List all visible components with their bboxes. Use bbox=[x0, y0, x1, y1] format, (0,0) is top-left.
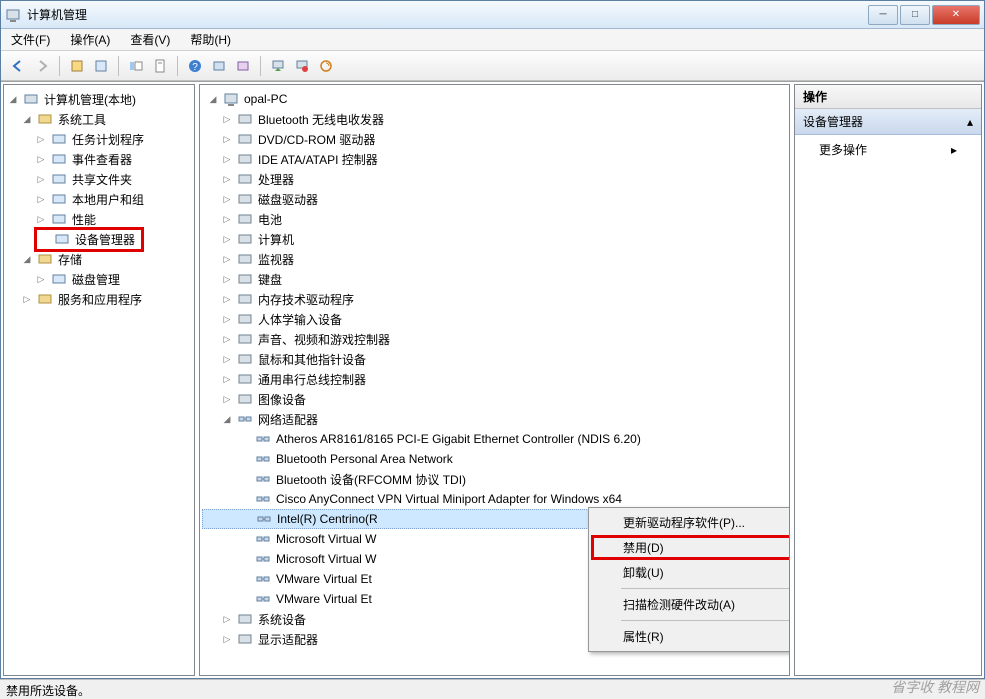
nav-subitem[interactable]: ▷共享文件夹 bbox=[6, 169, 192, 189]
tb-icon-6[interactable] bbox=[208, 55, 230, 77]
nav-subitem[interactable]: ·设备管理器 bbox=[6, 229, 192, 249]
toolbar-separator bbox=[260, 56, 261, 76]
help-icon[interactable]: ? bbox=[184, 55, 206, 77]
nav-subitem[interactable]: ▷任务计划程序 bbox=[6, 129, 192, 149]
menubar: 文件(F) 操作(A) 查看(V) 帮助(H) bbox=[1, 29, 984, 51]
status-bar: 禁用所选设备。 bbox=[0, 679, 985, 699]
nav-subitem[interactable]: ▷事件查看器 bbox=[6, 149, 192, 169]
tb-icon-7[interactable] bbox=[232, 55, 254, 77]
context-menu-item[interactable]: 卸载(U) bbox=[591, 560, 790, 585]
titlebar: 计算机管理 ─ □ ✕ bbox=[1, 1, 984, 29]
tb-icon-4[interactable] bbox=[149, 55, 171, 77]
nav-subitem[interactable]: ▷磁盘管理 bbox=[6, 269, 192, 289]
device-root[interactable]: ◢ opal-PC bbox=[202, 89, 787, 109]
device-item[interactable]: ▷键盘 bbox=[202, 269, 787, 289]
device-item[interactable]: ·Atheros AR8161/8165 PCI-E Gigabit Ether… bbox=[202, 429, 787, 449]
context-menu-item[interactable]: 扫描检测硬件改动(A) bbox=[591, 592, 790, 617]
collapse-icon: ▴ bbox=[967, 115, 973, 129]
svg-text:?: ? bbox=[192, 62, 198, 73]
device-item[interactable]: ▷IDE ATA/ATAPI 控制器 bbox=[202, 149, 787, 169]
close-button[interactable]: ✕ bbox=[932, 5, 980, 25]
back-button[interactable] bbox=[7, 55, 29, 77]
device-item[interactable]: ▷处理器 bbox=[202, 169, 787, 189]
nav-tree: ◢ 计算机管理(本地) ◢系统工具▷任务计划程序▷事件查看器▷共享文件夹▷本地用… bbox=[4, 85, 194, 313]
menu-file[interactable]: 文件(F) bbox=[5, 29, 56, 50]
context-menu-item[interactable]: 更新驱动程序软件(P)... bbox=[591, 510, 790, 535]
actions-section-label: 设备管理器 bbox=[803, 113, 863, 130]
arrow-right-icon: ▸ bbox=[951, 143, 957, 157]
nav-subitem[interactable]: ▷本地用户和组 bbox=[6, 189, 192, 209]
device-item[interactable]: ·Bluetooth 设备(RFCOMM 协议 TDI) bbox=[202, 469, 787, 489]
device-item[interactable]: ▷Bluetooth 无线电收发器 bbox=[202, 109, 787, 129]
toolbar-separator bbox=[59, 56, 60, 76]
forward-button[interactable] bbox=[31, 55, 53, 77]
device-item[interactable]: ▷人体学输入设备 bbox=[202, 309, 787, 329]
context-menu: 更新驱动程序软件(P)...禁用(D)卸载(U) 扫描检测硬件改动(A) 属性(R) bbox=[588, 507, 790, 652]
actions-section[interactable]: 设备管理器 ▴ bbox=[795, 109, 981, 135]
tb-icon-3[interactable] bbox=[125, 55, 147, 77]
window-title: 计算机管理 bbox=[27, 6, 866, 23]
context-menu-item[interactable]: 属性(R) bbox=[591, 624, 790, 649]
device-item[interactable]: ·Cisco AnyConnect VPN Virtual Miniport A… bbox=[202, 489, 787, 509]
actions-header: 操作 bbox=[795, 85, 981, 109]
tb-icon-1[interactable] bbox=[66, 55, 88, 77]
tb-icon-2[interactable] bbox=[90, 55, 112, 77]
menu-help[interactable]: 帮助(H) bbox=[184, 29, 237, 50]
content-area: ◢ 计算机管理(本地) ◢系统工具▷任务计划程序▷事件查看器▷共享文件夹▷本地用… bbox=[1, 81, 984, 678]
tb-icon-9[interactable] bbox=[291, 55, 313, 77]
menu-separator bbox=[621, 588, 790, 589]
minimize-button[interactable]: ─ bbox=[868, 5, 898, 25]
context-menu-item[interactable]: 禁用(D) bbox=[591, 535, 790, 560]
device-item[interactable]: ·Bluetooth Personal Area Network bbox=[202, 449, 787, 469]
actions-pane: 操作 设备管理器 ▴ 更多操作 ▸ bbox=[794, 84, 982, 676]
tb-icon-10[interactable] bbox=[315, 55, 337, 77]
nav-item[interactable]: ◢存储 bbox=[6, 249, 192, 269]
device-item[interactable]: ▷电池 bbox=[202, 209, 787, 229]
nav-root[interactable]: ◢ 计算机管理(本地) bbox=[6, 89, 192, 109]
device-item[interactable]: ▷图像设备 bbox=[202, 389, 787, 409]
menu-view[interactable]: 查看(V) bbox=[124, 29, 176, 50]
device-item[interactable]: ▷声音、视频和游戏控制器 bbox=[202, 329, 787, 349]
tb-icon-8[interactable] bbox=[267, 55, 289, 77]
device-item[interactable]: ▷内存技术驱动程序 bbox=[202, 289, 787, 309]
main-window: 计算机管理 ─ □ ✕ 文件(F) 操作(A) 查看(V) 帮助(H) ? bbox=[0, 0, 985, 679]
toolbar-separator bbox=[177, 56, 178, 76]
menu-action[interactable]: 操作(A) bbox=[64, 29, 116, 50]
device-item[interactable]: ▷磁盘驱动器 bbox=[202, 189, 787, 209]
center-pane: ◢ opal-PC ▷Bluetooth 无线电收发器▷DVD/CD-ROM 驱… bbox=[199, 84, 790, 676]
toolbar-separator bbox=[118, 56, 119, 76]
nav-item[interactable]: ◢系统工具 bbox=[6, 109, 192, 129]
maximize-button[interactable]: □ bbox=[900, 5, 930, 25]
toolbar: ? bbox=[1, 51, 984, 81]
device-item[interactable]: ▷DVD/CD-ROM 驱动器 bbox=[202, 129, 787, 149]
more-actions[interactable]: 更多操作 ▸ bbox=[795, 135, 981, 164]
device-item[interactable]: ▷鼠标和其他指针设备 bbox=[202, 349, 787, 369]
device-item[interactable]: ▷监视器 bbox=[202, 249, 787, 269]
app-icon bbox=[5, 7, 21, 23]
device-item[interactable]: ▷通用串行总线控制器 bbox=[202, 369, 787, 389]
device-item[interactable]: ▷计算机 bbox=[202, 229, 787, 249]
more-actions-label: 更多操作 bbox=[819, 141, 867, 158]
left-pane: ◢ 计算机管理(本地) ◢系统工具▷任务计划程序▷事件查看器▷共享文件夹▷本地用… bbox=[3, 84, 195, 676]
nav-item[interactable]: ▷服务和应用程序 bbox=[6, 289, 192, 309]
device-item[interactable]: ◢网络适配器 bbox=[202, 409, 787, 429]
menu-separator bbox=[621, 620, 790, 621]
